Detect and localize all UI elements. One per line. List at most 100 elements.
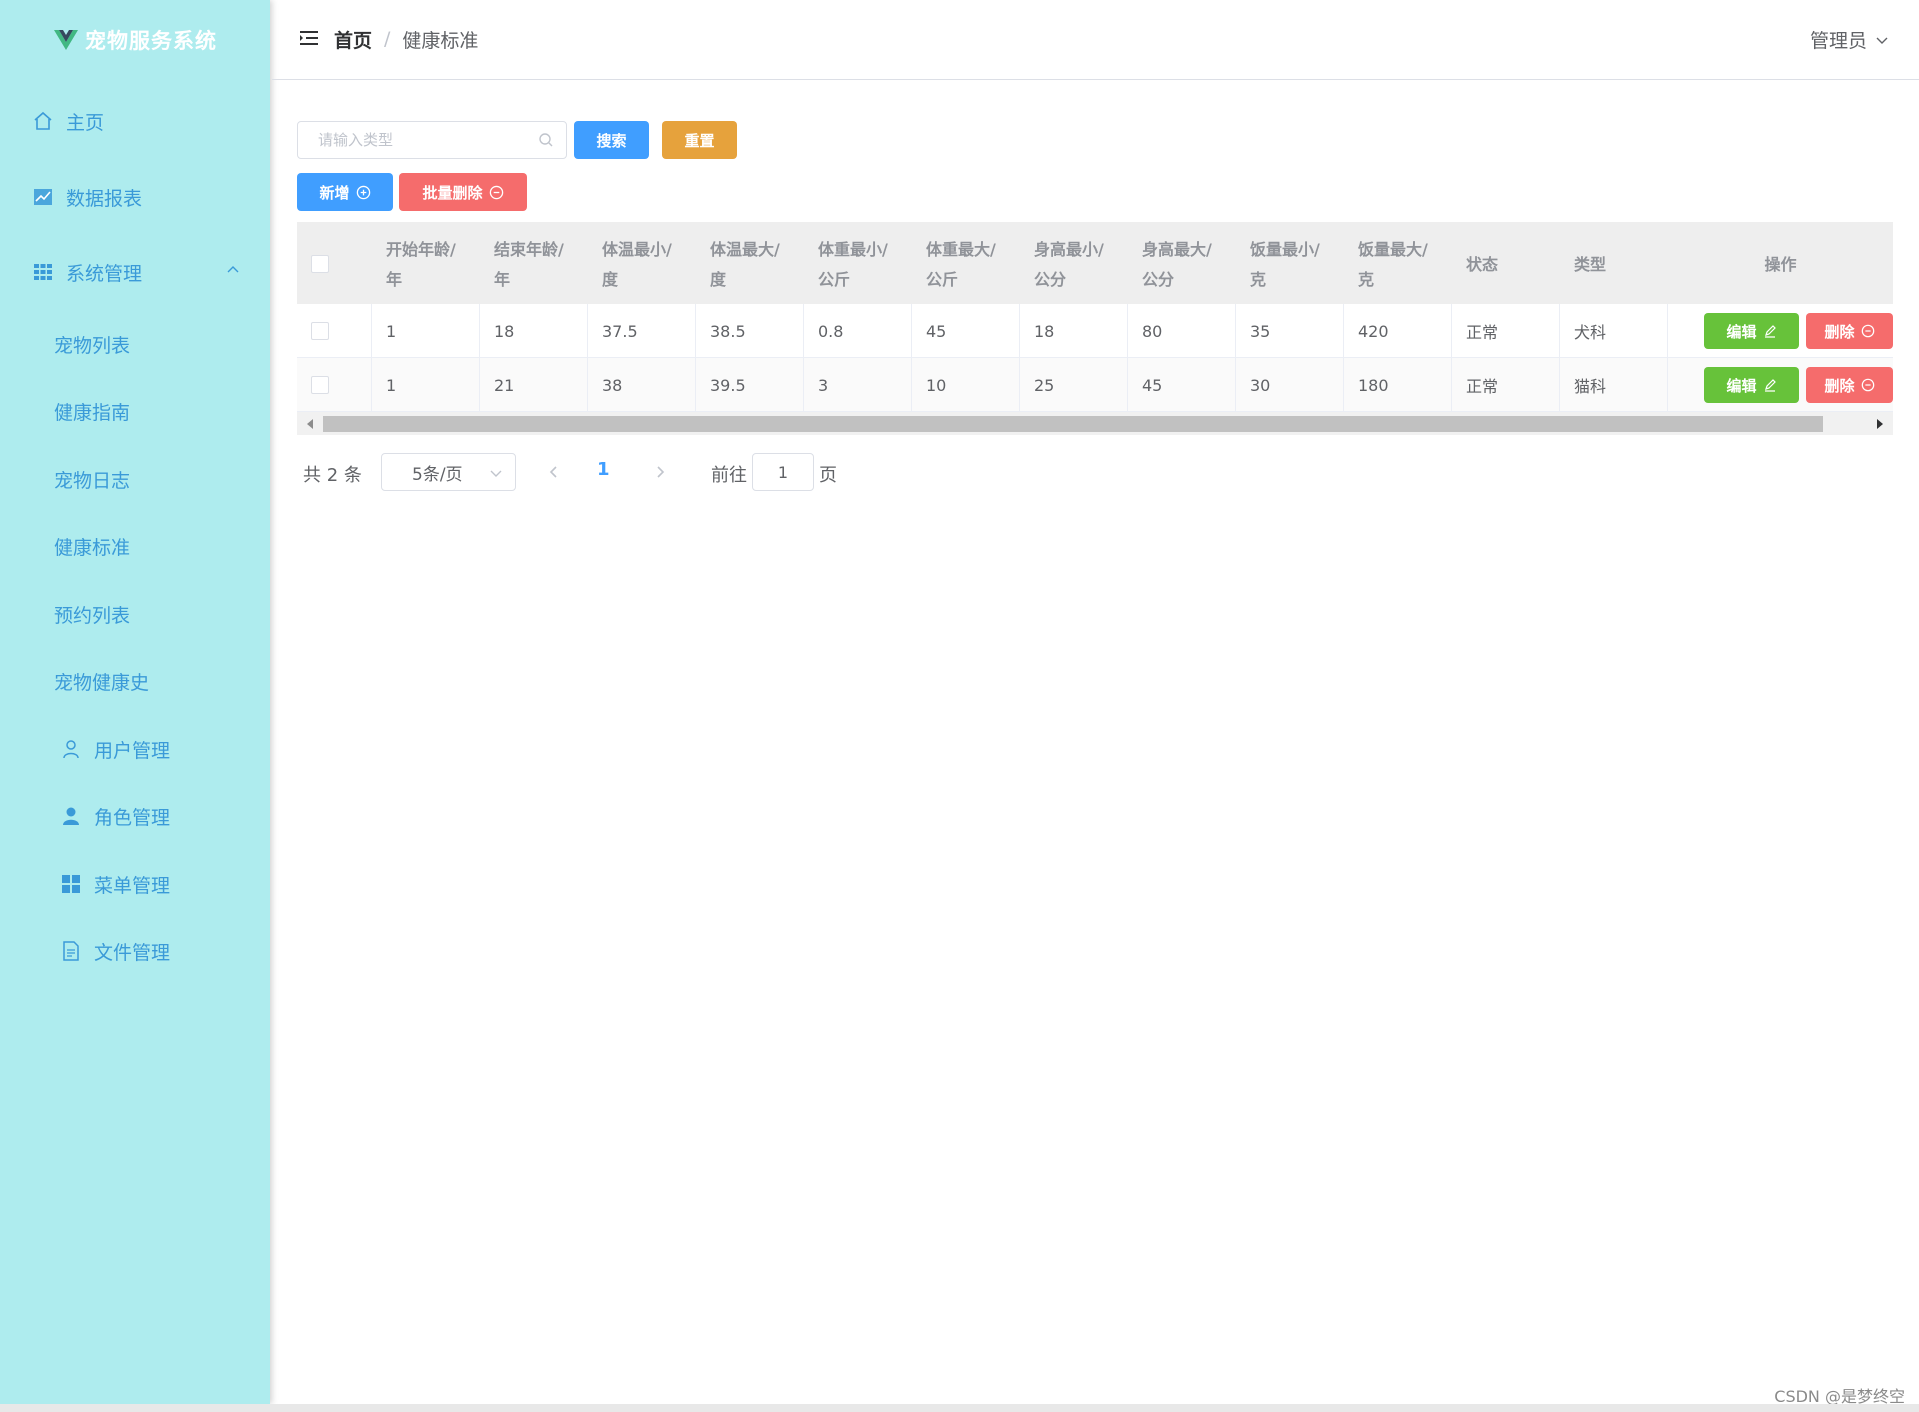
edit-button[interactable]: 编辑 bbox=[1704, 367, 1799, 403]
search-button-label: 搜索 bbox=[596, 131, 627, 150]
page-unit-label: 页 bbox=[819, 465, 837, 486]
table-cell: 45 bbox=[912, 304, 1020, 358]
sidebar-subitem-label: 健康指南 bbox=[54, 401, 131, 424]
sidebar-item-home[interactable]: 主页 bbox=[0, 93, 270, 149]
table-cell: 正常 bbox=[1452, 304, 1560, 358]
horizontal-scrollbar[interactable] bbox=[297, 412, 1893, 435]
table-cell: 1 bbox=[372, 358, 480, 412]
table-row: 1 21 38 39.5 3 10 25 45 30 180 正常 猫科 编辑 … bbox=[297, 358, 1893, 412]
sidebar-subitem-label: 菜单管理 bbox=[94, 874, 171, 897]
goto-label: 前往 bbox=[711, 465, 747, 486]
sidebar-subitem-menu-management[interactable]: 菜单管理 bbox=[0, 856, 270, 912]
batch-delete-button-label: 批量删除 bbox=[422, 183, 483, 202]
sidebar-subitem-user-management[interactable]: 用户管理 bbox=[0, 721, 270, 777]
page-size-select[interactable]: 5条/页 bbox=[381, 453, 516, 491]
plus-circle-icon bbox=[356, 185, 370, 199]
scroll-left-arrow-icon[interactable] bbox=[305, 418, 315, 430]
column-header: 操作 bbox=[1764, 255, 1797, 274]
table-cell: 18 bbox=[1020, 304, 1128, 358]
sidebar-subitem-pet-health-history[interactable]: 宠物健康史 bbox=[0, 653, 270, 709]
table-cell: 38.5 bbox=[696, 304, 804, 358]
add-button-label: 新增 bbox=[319, 183, 350, 202]
sidebar-subitem-role-management[interactable]: 角色管理 bbox=[0, 788, 270, 844]
collapse-menu-icon[interactable] bbox=[299, 28, 319, 48]
user-dropdown[interactable]: 管理员 bbox=[1810, 26, 1889, 53]
sidebar-subitem-appointment-list[interactable]: 预约列表 bbox=[0, 586, 270, 642]
reset-button-label: 重置 bbox=[684, 131, 715, 150]
chevron-down-icon bbox=[1876, 37, 1888, 44]
search-input-wrapper bbox=[297, 121, 567, 159]
minus-circle-icon bbox=[1861, 324, 1874, 338]
table-cell: 0.8 bbox=[804, 304, 912, 358]
sidebar-subitem-label: 用户管理 bbox=[94, 739, 171, 762]
sidebar-subitem-health-guide[interactable]: 健康指南 bbox=[0, 383, 270, 439]
search-input[interactable] bbox=[298, 122, 528, 158]
user-name: 管理员 bbox=[1809, 30, 1867, 52]
batch-delete-button[interactable]: 批量删除 bbox=[399, 173, 527, 211]
table-cell: 犬科 bbox=[1560, 304, 1668, 358]
sidebar-subitem-health-standard[interactable]: 健康标准 bbox=[0, 518, 270, 574]
delete-button[interactable]: 删除 bbox=[1806, 313, 1893, 349]
breadcrumb: 首页 / 健康标准 bbox=[334, 24, 478, 54]
page-number-current[interactable]: 1 bbox=[597, 459, 610, 480]
sidebar-subitem-label: 宠物健康史 bbox=[54, 671, 150, 694]
sidebar-subitem-label: 健康标准 bbox=[54, 536, 131, 559]
sidebar-subitem-file-management[interactable]: 文件管理 bbox=[0, 923, 270, 979]
app-title: 宠物服务系统 bbox=[85, 29, 217, 53]
sidebar-item-data-report[interactable]: 数据报表 bbox=[0, 169, 270, 225]
search-icon bbox=[539, 133, 553, 147]
table-cell: 1 bbox=[372, 304, 480, 358]
sidebar-item-label: 数据报表 bbox=[66, 187, 143, 210]
reset-button[interactable]: 重置 bbox=[662, 121, 737, 159]
table-cell: 45 bbox=[1128, 358, 1236, 412]
minus-circle-icon bbox=[1861, 378, 1874, 392]
breadcrumb-home[interactable]: 首页 bbox=[334, 26, 372, 53]
goto-page-input[interactable] bbox=[752, 453, 814, 491]
next-page-icon[interactable] bbox=[652, 464, 668, 480]
scroll-right-arrow-icon[interactable] bbox=[1875, 418, 1885, 430]
table-cell: 21 bbox=[480, 358, 588, 412]
search-button[interactable]: 搜索 bbox=[574, 121, 649, 159]
sidebar-subitem-pet-list[interactable]: 宠物列表 bbox=[0, 316, 270, 372]
table-cell: 30 bbox=[1236, 358, 1344, 412]
menu-grid-icon bbox=[60, 873, 82, 895]
row-checkbox[interactable] bbox=[311, 376, 329, 394]
delete-button-label: 删除 bbox=[1824, 376, 1855, 395]
sidebar-subitem-label: 宠物列表 bbox=[54, 334, 131, 357]
minus-circle-icon bbox=[489, 185, 503, 199]
table-cell: 18 bbox=[480, 304, 588, 358]
column-header: 体重最大/公斤 bbox=[926, 240, 996, 289]
column-header: 饭量最大/克 bbox=[1358, 240, 1428, 289]
column-header: 开始年龄/年 bbox=[386, 240, 456, 289]
app-logo[interactable]: 宠物服务系统 bbox=[0, 0, 270, 80]
breadcrumb-current: 健康标准 bbox=[402, 29, 479, 52]
prev-page-icon[interactable] bbox=[546, 464, 562, 480]
table-cell bbox=[297, 358, 372, 412]
chevron-up-icon bbox=[227, 266, 239, 273]
pagination-total: 共 2 条 bbox=[303, 465, 362, 486]
sidebar-item-system-management[interactable]: 系统管理 bbox=[0, 244, 270, 300]
pagination: 共 2 条 5条/页 1 前往 页 bbox=[303, 453, 863, 491]
edit-button[interactable]: 编辑 bbox=[1704, 313, 1799, 349]
bottom-border bbox=[0, 1404, 1919, 1412]
table-cell: 80 bbox=[1128, 304, 1236, 358]
row-checkbox[interactable] bbox=[311, 322, 329, 340]
sidebar: 宠物服务系统 主页 数据报表 系统管理 宠物列表 健康指南 宠物日志 健康标准 … bbox=[0, 0, 270, 1404]
sidebar-subitem-pet-log[interactable]: 宠物日志 bbox=[0, 451, 270, 507]
table-cell bbox=[297, 304, 372, 358]
column-header: 结束年龄/年 bbox=[494, 240, 564, 289]
delete-button[interactable]: 删除 bbox=[1806, 367, 1893, 403]
table-row: 1 18 37.5 38.5 0.8 45 18 80 35 420 正常 犬科… bbox=[297, 304, 1893, 358]
add-button[interactable]: 新增 bbox=[297, 173, 393, 211]
table-cell: 420 bbox=[1344, 304, 1452, 358]
scrollbar-thumb[interactable] bbox=[323, 416, 1823, 432]
document-icon bbox=[60, 940, 82, 962]
vue-logo-icon bbox=[54, 30, 78, 50]
column-header: 身高最大/公分 bbox=[1142, 240, 1212, 289]
health-standard-table: 开始年龄/年 结束年龄/年 体温最小/度 体温最大/度 体重最小/公斤 体重最大… bbox=[297, 222, 1893, 435]
table-cell: 正常 bbox=[1452, 358, 1560, 412]
top-header: 首页 / 健康标准 管理员 bbox=[272, 0, 1919, 80]
select-all-checkbox[interactable] bbox=[311, 255, 329, 273]
table-cell: 180 bbox=[1344, 358, 1452, 412]
chevron-down-icon bbox=[490, 470, 502, 477]
